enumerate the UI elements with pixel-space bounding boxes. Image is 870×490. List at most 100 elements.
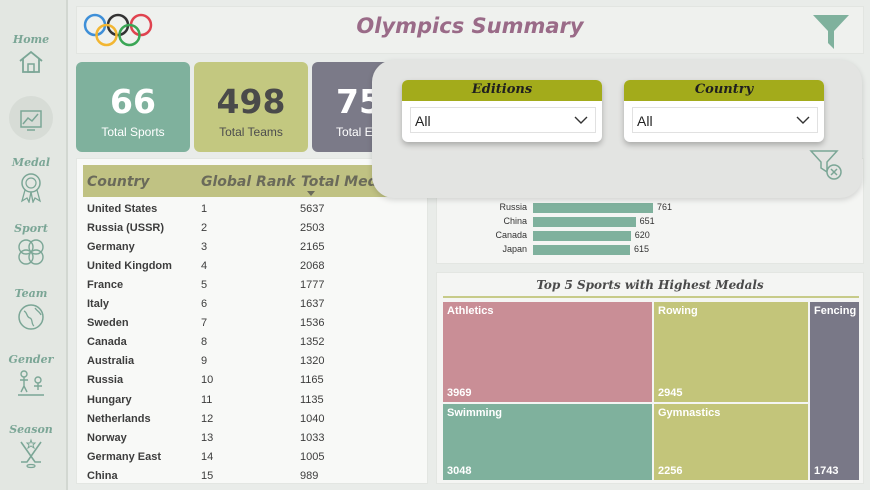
bar-category-label: Russia	[499, 202, 527, 212]
kpi-label: Total Teams	[219, 125, 283, 139]
sort-desc-icon[interactable]	[307, 191, 315, 196]
cell-global-rank: 15	[201, 469, 214, 482]
filter-panel: Editions All Country All	[372, 60, 862, 198]
table-row[interactable]: United Kingdom 4 2068	[87, 257, 417, 276]
nav-label: Season	[9, 423, 53, 436]
table-row[interactable]: United States 1 5637	[87, 200, 417, 219]
nav-item-team[interactable]: Team	[0, 287, 62, 332]
slicer-country: Country All	[624, 80, 824, 142]
cell-total-medals: 1033	[300, 431, 325, 444]
gender-icon	[18, 370, 44, 396]
treemap-tile-swimming[interactable]: Swimming 3048	[442, 403, 653, 481]
cell-country: Hungary	[87, 393, 132, 406]
filter-icon[interactable]	[811, 13, 851, 51]
sidebar-nav: Home Medal Sport Team Gender Season	[0, 0, 68, 490]
bar-category-label: Canada	[495, 230, 527, 240]
hockey-icon	[20, 438, 42, 469]
bar-row[interactable]: Japan 615	[437, 244, 865, 256]
table-row[interactable]: Netherlands 12 1040	[87, 410, 417, 429]
cell-country: China	[87, 469, 118, 482]
dropdown-value: All	[637, 113, 653, 129]
clear-filter-icon[interactable]	[808, 148, 844, 182]
cell-global-rank: 5	[201, 279, 208, 292]
bar[interactable]	[533, 203, 653, 213]
cell-global-rank: 6	[201, 298, 208, 311]
cell-global-rank: 13	[201, 431, 214, 444]
treemap-tile-gymnastics[interactable]: Gymnastics 2256	[653, 403, 809, 481]
cell-country: Italy	[87, 298, 110, 311]
nav-item-season[interactable]: Season	[0, 423, 62, 470]
bar-row[interactable]: Russia 761	[437, 202, 865, 214]
table-row[interactable]: France 5 1777	[87, 276, 417, 295]
nav-label: Gender	[8, 353, 54, 366]
cell-total-medals: 989	[300, 469, 319, 482]
table-row[interactable]: Australia 9 1320	[87, 352, 417, 371]
bar-row[interactable]: China 651	[437, 216, 865, 228]
cell-total-medals: 1637	[300, 298, 325, 311]
cell-country: Russia	[87, 374, 124, 387]
bar-category-label: China	[503, 216, 527, 226]
bar[interactable]	[533, 245, 630, 255]
column-header-global-rank[interactable]: Global Rank	[201, 174, 296, 190]
column-header-country[interactable]: Country	[87, 174, 150, 190]
editions-dropdown[interactable]: All	[410, 107, 596, 133]
table-row[interactable]: Hungary 11 1135	[87, 391, 417, 410]
table-row[interactable]: Russia 10 1165	[87, 371, 417, 390]
nav-label: Medal	[11, 156, 51, 169]
nav-item-home[interactable]: Home	[0, 33, 62, 76]
slicer-title: Editions	[402, 80, 602, 101]
cell-total-medals: 1005	[300, 450, 325, 463]
table-row[interactable]: China 15 989	[87, 467, 417, 483]
table-row[interactable]: Germany East 14 1005	[87, 448, 417, 467]
table-row[interactable]: Canada 8 1352	[87, 333, 417, 352]
cell-country: Germany East	[87, 450, 161, 463]
country-medal-table: Country Global Rank Total Meda United St…	[76, 158, 428, 484]
nav-item-medal[interactable]: Medal	[0, 156, 62, 203]
slicer-title: Country	[624, 80, 824, 101]
globe-icon	[18, 304, 44, 330]
nav-item-gender[interactable]: Gender	[0, 353, 62, 398]
nav-item-overview[interactable]	[0, 104, 62, 134]
table-row[interactable]: Germany 3 2165	[87, 238, 417, 257]
cell-total-medals: 2503	[300, 222, 325, 235]
cell-global-rank: 8	[201, 336, 208, 349]
table-row[interactable]: Sweden 7 1536	[87, 314, 417, 333]
cell-total-medals: 1536	[300, 317, 325, 330]
tile-name: Swimming	[447, 407, 503, 419]
top-sports-treemap: Top 5 Sports with Highest Medals Athleti…	[436, 272, 864, 484]
bar[interactable]	[533, 217, 636, 227]
cell-country: Sweden	[87, 317, 129, 330]
home-icon	[19, 50, 43, 73]
sport-icon	[18, 239, 44, 265]
table-row[interactable]: Russia (USSR) 2 2503	[87, 219, 417, 238]
table-row[interactable]: Norway 13 1033	[87, 429, 417, 448]
bar[interactable]	[533, 231, 631, 241]
cell-country: Australia	[87, 355, 135, 368]
tile-value: 2945	[658, 387, 683, 399]
chart-icon	[20, 110, 42, 131]
bar-category-label: Japan	[502, 244, 527, 254]
cell-global-rank: 7	[201, 317, 208, 330]
divider	[443, 296, 859, 298]
bar-row[interactable]: Canada 620	[437, 230, 865, 242]
cell-country: United Kingdom	[87, 260, 172, 273]
cell-country: Russia (USSR)	[87, 222, 165, 235]
nav-item-sport[interactable]: Sport	[0, 222, 62, 267]
country-dropdown[interactable]: All	[632, 107, 818, 133]
treemap-tile-athletics[interactable]: Athletics 3969	[442, 301, 653, 403]
table-row[interactable]: Italy 6 1637	[87, 295, 417, 314]
cell-global-rank: 4	[201, 260, 208, 273]
cell-total-medals: 5637	[300, 203, 325, 215]
dropdown-value: All	[415, 113, 431, 129]
treemap-tile-fencing[interactable]: Fencing 1743	[809, 301, 860, 481]
slicer-editions: Editions All	[402, 80, 602, 142]
kpi-value: 66	[110, 82, 156, 121]
treemap-tile-rowing[interactable]: Rowing 2945	[653, 301, 809, 403]
cell-total-medals: 2068	[300, 260, 325, 273]
tile-value: 3969	[447, 387, 472, 399]
cell-country: Canada	[87, 336, 127, 349]
cell-total-medals: 1777	[300, 279, 325, 292]
tile-name: Gymnastics	[658, 407, 721, 419]
cell-country: United States	[87, 203, 158, 215]
cell-total-medals: 1135	[300, 393, 324, 406]
